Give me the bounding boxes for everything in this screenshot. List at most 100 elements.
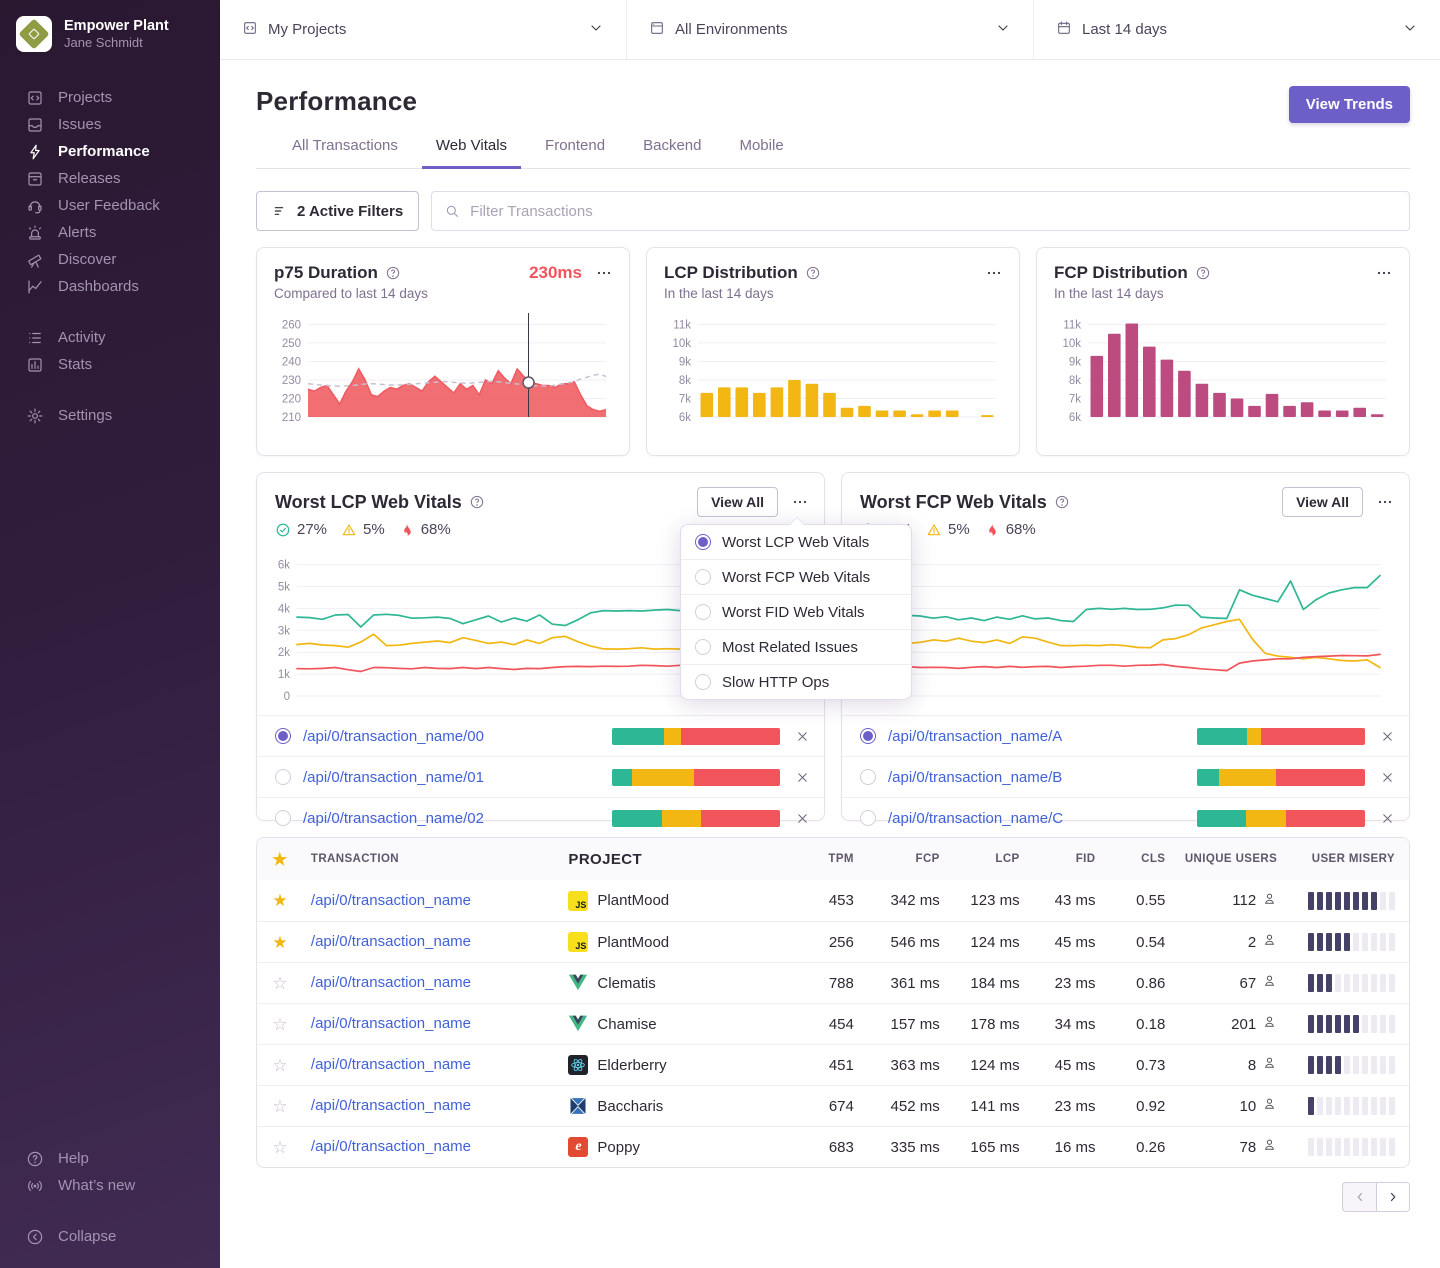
transaction-link[interactable]: /api/0/transaction_name <box>311 933 471 950</box>
project-cell[interactable]: ePoppy <box>560 1137 792 1157</box>
project-cell[interactable]: Clematis <box>560 973 792 993</box>
transaction-link[interactable]: /api/0/transaction_name/01 <box>303 769 612 786</box>
column-header-transaction[interactable]: TRANSACTION <box>303 853 561 865</box>
transaction-link[interactable]: /api/0/transaction_name <box>311 1097 471 1114</box>
transaction-link[interactable]: /api/0/transaction_name <box>311 1056 471 1073</box>
org-switcher[interactable]: Empower Plant Jane Schmidt <box>0 16 220 52</box>
transaction-link[interactable]: /api/0/transaction_name/A <box>888 728 1197 745</box>
sidebar-item-collapse[interactable]: Collapse <box>0 1223 220 1250</box>
sidebar-item-discover[interactable]: Discover <box>0 246 220 273</box>
column-header-project[interactable]: PROJECT <box>560 851 792 868</box>
project-cell[interactable]: Baccharis <box>560 1096 792 1116</box>
radio-unselected[interactable] <box>860 769 876 785</box>
transaction-link[interactable]: /api/0/transaction_name <box>311 1015 471 1032</box>
star-outline-icon[interactable]: ☆ <box>257 1016 303 1033</box>
view-all-button[interactable]: View All <box>1282 487 1363 517</box>
ellipsis-menu-icon[interactable] <box>1376 265 1392 281</box>
menu-item-worst-fid-web-vitals[interactable]: Worst FID Web Vitals <box>681 594 911 629</box>
sidebar-item-dashboards[interactable]: Dashboards <box>0 273 220 300</box>
star-outline-icon[interactable]: ☆ <box>257 975 303 992</box>
sidebar-item-stats[interactable]: Stats <box>0 351 220 378</box>
star-column-header[interactable]: ★ <box>257 851 303 868</box>
star-outline-icon[interactable]: ☆ <box>257 1057 303 1074</box>
lcp-distribution-chart[interactable]: 11k10k9k8k7k6k <box>664 309 1002 434</box>
sidebar-item-help[interactable]: Help <box>0 1145 220 1172</box>
ellipsis-menu-icon[interactable] <box>1377 494 1393 510</box>
fcp-distribution-chart[interactable]: 11k10k9k8k7k6k <box>1054 309 1392 434</box>
radio-unselected[interactable] <box>860 810 876 826</box>
environment-selector[interactable]: All Environments <box>627 0 1034 59</box>
date-range-selector[interactable]: Last 14 days <box>1034 0 1440 59</box>
ellipsis-menu-icon[interactable] <box>792 494 808 510</box>
p75-duration-chart[interactable]: 260250240230220210 <box>274 309 612 434</box>
column-header-tpm[interactable]: TPM <box>792 853 862 865</box>
close-icon[interactable] <box>1380 729 1395 744</box>
column-header-fcp[interactable]: FCP <box>862 853 948 865</box>
transaction-link[interactable]: /api/0/transaction_name <box>311 1138 471 1155</box>
help-icon[interactable] <box>1195 265 1211 281</box>
menu-item-worst-fcp-web-vitals[interactable]: Worst FCP Web Vitals <box>681 559 911 594</box>
next-page-button[interactable] <box>1376 1182 1410 1212</box>
ellipsis-menu-icon[interactable] <box>596 265 612 281</box>
close-icon[interactable] <box>795 811 810 826</box>
close-icon[interactable] <box>1380 811 1395 826</box>
sidebar-item-what-s-new[interactable]: What’s new <box>0 1172 220 1199</box>
project-cell[interactable]: Chamise <box>560 1014 792 1034</box>
sidebar-item-performance[interactable]: Performance <box>0 138 220 165</box>
previous-page-button[interactable] <box>1342 1182 1376 1212</box>
radio-selected[interactable] <box>275 728 291 744</box>
radio-unselected[interactable] <box>275 769 291 785</box>
column-header-lcp[interactable]: LCP <box>948 853 1028 865</box>
project-selector[interactable]: My Projects <box>220 0 627 59</box>
column-header-cls[interactable]: CLS <box>1103 853 1173 865</box>
view-all-button[interactable]: View All <box>697 487 778 517</box>
transaction-link[interactable]: /api/0/transaction_name/00 <box>303 728 612 745</box>
column-header-unique-users[interactable]: UNIQUE USERS <box>1173 853 1285 865</box>
column-header-fid[interactable]: FID <box>1028 853 1104 865</box>
sidebar-item-user-feedback[interactable]: User Feedback <box>0 192 220 219</box>
help-icon[interactable] <box>469 494 485 510</box>
ellipsis-menu-icon[interactable] <box>986 265 1002 281</box>
star-filled-icon[interactable]: ★ <box>257 934 303 951</box>
close-icon[interactable] <box>1380 770 1395 785</box>
search-input[interactable] <box>431 191 1410 231</box>
sidebar-item-settings[interactable]: Settings <box>0 402 220 429</box>
transaction-link[interactable]: /api/0/transaction_name/B <box>888 769 1197 786</box>
menu-item-slow-http-ops[interactable]: Slow HTTP Ops <box>681 664 911 699</box>
tab-web-vitals[interactable]: Web Vitals <box>422 137 521 169</box>
help-icon[interactable] <box>805 265 821 281</box>
menu-item-worst-lcp-web-vitals[interactable]: Worst LCP Web Vitals <box>681 525 911 559</box>
worst-fcp-chart[interactable]: 6k5k4k3k2k1k0 <box>842 546 1409 715</box>
project-cell[interactable]: JSPlantMood <box>560 932 792 952</box>
radio-unselected[interactable] <box>275 810 291 826</box>
transaction-link[interactable]: /api/0/transaction_name/02 <box>303 810 612 827</box>
transaction-link[interactable]: /api/0/transaction_name <box>311 974 471 991</box>
sidebar-item-alerts[interactable]: Alerts <box>0 219 220 246</box>
tab-mobile[interactable]: Mobile <box>725 137 797 169</box>
menu-item-most-related-issues[interactable]: Most Related Issues <box>681 629 911 664</box>
star-outline-icon[interactable]: ☆ <box>257 1098 303 1115</box>
help-icon[interactable] <box>385 265 401 281</box>
close-icon[interactable] <box>795 729 810 744</box>
tab-all-transactions[interactable]: All Transactions <box>278 137 412 169</box>
sidebar-item-issues[interactable]: Issues <box>0 111 220 138</box>
tab-frontend[interactable]: Frontend <box>531 137 619 169</box>
transaction-link[interactable]: /api/0/transaction_name <box>311 892 471 909</box>
sidebar-item-releases[interactable]: Releases <box>0 165 220 192</box>
vitals-type-menu: Worst LCP Web VitalsWorst FCP Web Vitals… <box>680 524 912 700</box>
help-icon[interactable] <box>1054 494 1070 510</box>
radio-selected[interactable] <box>860 728 876 744</box>
active-filters-button[interactable]: 2 Active Filters <box>256 191 419 231</box>
star-outline-icon[interactable]: ☆ <box>257 1139 303 1156</box>
fid-value: 34 ms <box>1028 1016 1104 1033</box>
close-icon[interactable] <box>795 770 810 785</box>
column-header-user-misery[interactable]: USER MISERY <box>1285 853 1409 865</box>
sidebar-item-activity[interactable]: Activity <box>0 324 220 351</box>
transaction-link[interactable]: /api/0/transaction_name/C <box>888 810 1197 827</box>
project-cell[interactable]: Elderberry <box>560 1055 792 1075</box>
tab-backend[interactable]: Backend <box>629 137 715 169</box>
star-filled-icon[interactable]: ★ <box>257 892 303 909</box>
project-cell[interactable]: JSPlantMood <box>560 891 792 911</box>
sidebar-item-projects[interactable]: Projects <box>0 84 220 111</box>
view-trends-button[interactable]: View Trends <box>1289 86 1410 123</box>
